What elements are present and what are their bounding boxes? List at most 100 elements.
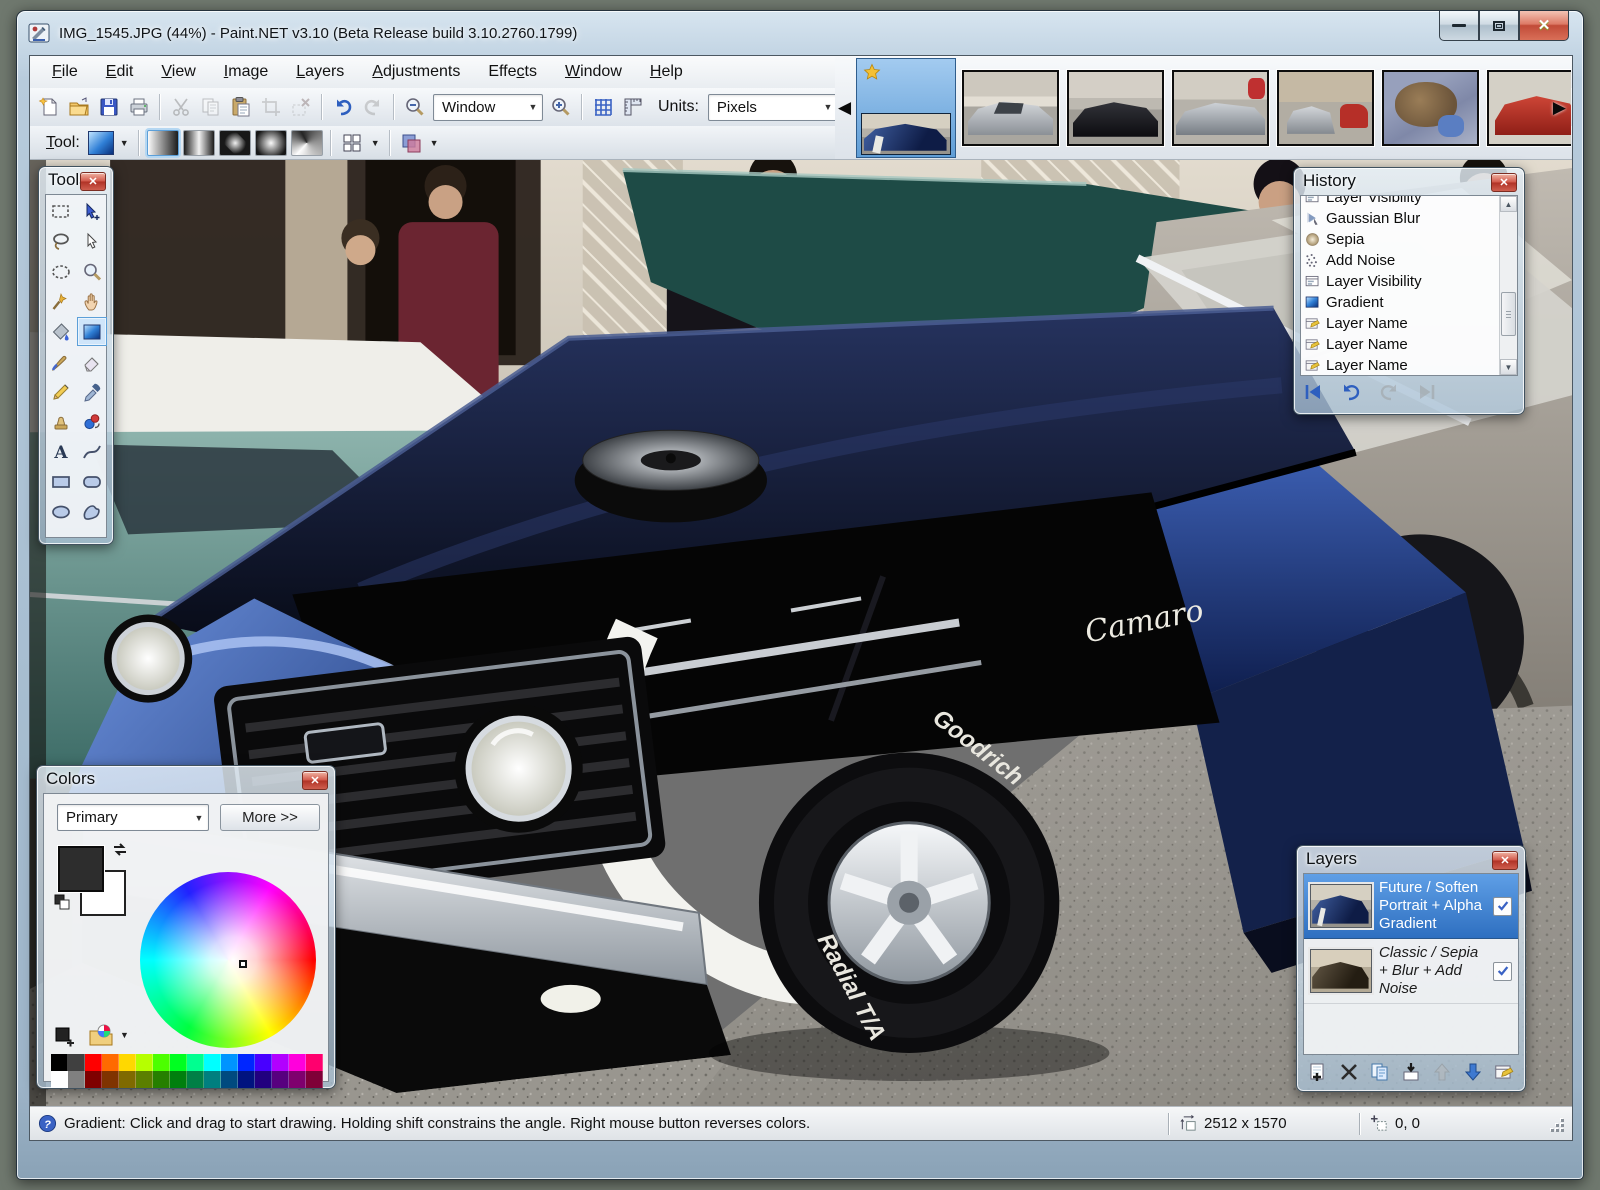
tool-rounded-rectangle[interactable] — [77, 467, 107, 496]
toggle-grid-button[interactable] — [588, 93, 618, 121]
history-scrollbar[interactable]: ▲ ▼ — [1499, 196, 1517, 375]
palette-swatch[interactable] — [68, 1071, 85, 1088]
palette-swatch[interactable] — [255, 1054, 272, 1071]
color-mode-select[interactable]: Primary ▼ — [57, 804, 209, 831]
palette-swatch[interactable] — [289, 1054, 306, 1071]
palette-swatch[interactable] — [272, 1071, 289, 1088]
palette-swatch[interactable] — [119, 1071, 136, 1088]
copy-button[interactable] — [196, 93, 226, 121]
menu-effects[interactable]: Effects — [474, 56, 551, 88]
minimize-button[interactable] — [1439, 11, 1479, 41]
palette-swatch[interactable] — [238, 1054, 255, 1071]
palette-swatch[interactable] — [170, 1054, 187, 1071]
layer-row[interactable]: Future / Soften Portrait + Alpha Gradien… — [1304, 874, 1518, 939]
palette-swatch[interactable] — [255, 1071, 272, 1088]
thumbnail-cat[interactable] — [1382, 70, 1479, 146]
tool-ellipse[interactable] — [46, 497, 76, 526]
palette-swatch[interactable] — [306, 1054, 323, 1071]
palette-swatch[interactable] — [204, 1054, 221, 1071]
history-item[interactable]: Layer Visibility — [1301, 196, 1499, 208]
delete-layer-button[interactable] — [1338, 1061, 1360, 1087]
resize-grip[interactable] — [1548, 1116, 1564, 1132]
blend-mode-dropdown-icon[interactable]: ▼ — [426, 138, 443, 148]
layer-visible-checkbox[interactable] — [1493, 962, 1512, 981]
menu-image[interactable]: Image — [210, 56, 282, 88]
gradient-type-conical[interactable] — [291, 130, 323, 156]
palette-dropdown-icon[interactable]: ▼ — [120, 1030, 129, 1040]
scroll-up-icon[interactable]: ▲ — [1500, 196, 1517, 212]
toggle-rulers-button[interactable] — [618, 93, 648, 121]
swap-colors-icon[interactable] — [110, 840, 130, 860]
gradient-type-linear-reflected[interactable] — [183, 130, 215, 156]
palette-swatch[interactable] — [221, 1054, 238, 1071]
history-item[interactable]: Layer Visibility — [1301, 271, 1499, 292]
palette-swatch[interactable] — [119, 1054, 136, 1071]
tool-pan[interactable] — [77, 287, 107, 316]
palette-swatch[interactable] — [272, 1054, 289, 1071]
menu-layers[interactable]: Layers — [282, 56, 358, 88]
image-list-scroll-right[interactable]: ▶ — [1550, 98, 1569, 118]
palette-swatch[interactable] — [102, 1054, 119, 1071]
history-item[interactable]: Layer Name — [1301, 313, 1499, 334]
thumbnail-carshow-street[interactable] — [1277, 70, 1374, 146]
tool-rectangle[interactable] — [46, 467, 76, 496]
zoom-out-button[interactable] — [400, 93, 430, 121]
palette-swatch[interactable] — [68, 1054, 85, 1071]
move-layer-up-button[interactable] — [1431, 1061, 1453, 1087]
palette-swatch[interactable] — [51, 1071, 68, 1088]
menu-help[interactable]: Help — [636, 56, 697, 88]
tool-eraser[interactable] — [77, 347, 107, 376]
menu-file[interactable]: File — [38, 56, 92, 88]
layers-panel-close-icon[interactable]: ✕ — [1492, 851, 1518, 870]
title-bar[interactable]: IMG_1545.JPG (44%) - Paint.NET v3.10 (Be… — [17, 11, 1583, 55]
palette-swatch[interactable] — [51, 1054, 68, 1071]
print-button[interactable] — [124, 93, 154, 121]
tool-magic-wand[interactable] — [46, 287, 76, 316]
palette-swatch[interactable] — [170, 1071, 187, 1088]
tool-line-curve[interactable] — [77, 437, 107, 466]
palette-swatch[interactable] — [221, 1071, 238, 1088]
tool-gradient[interactable] — [77, 317, 107, 346]
thumbnail-blue-camaro[interactable] — [856, 58, 956, 158]
channel-mode-dropdown-icon[interactable]: ▼ — [367, 138, 384, 148]
history-item[interactable]: Gaussian Blur — [1301, 208, 1499, 229]
active-tool-swatch[interactable] — [88, 131, 114, 155]
history-item[interactable]: Layer Name — [1301, 334, 1499, 355]
palette-swatch[interactable] — [85, 1054, 102, 1071]
new-image-button[interactable] — [34, 93, 64, 121]
menu-view[interactable]: View — [147, 56, 209, 88]
cut-button[interactable] — [166, 93, 196, 121]
tool-ellipse-select[interactable] — [46, 257, 76, 286]
palette-swatch[interactable] — [136, 1054, 153, 1071]
tool-pencil[interactable] — [46, 377, 76, 406]
reset-colors-icon[interactable] — [52, 892, 72, 912]
channel-mode-button[interactable] — [337, 129, 367, 157]
image-list-scroll-left[interactable]: ◀ — [835, 98, 854, 118]
history-item[interactable]: Layer Name — [1301, 355, 1499, 375]
tool-lasso-select[interactable] — [46, 227, 76, 256]
palette-manager-icon[interactable] — [88, 1023, 114, 1049]
palette-swatch[interactable] — [289, 1071, 306, 1088]
tool-zoom[interactable] — [77, 257, 107, 286]
redo-button[interactable] — [358, 93, 388, 121]
colors-panel-close-icon[interactable]: ✕ — [302, 771, 328, 790]
color-wheel[interactable] — [140, 872, 316, 1048]
menu-adjustments[interactable]: Adjustments — [358, 56, 474, 88]
tool-freeform-shape[interactable] — [77, 497, 107, 526]
tool-paintbrush[interactable] — [46, 347, 76, 376]
color-wheel-marker[interactable] — [239, 960, 247, 968]
menu-edit[interactable]: Edit — [92, 56, 148, 88]
palette-swatch[interactable] — [153, 1071, 170, 1088]
add-to-palette-icon[interactable] — [54, 1026, 76, 1048]
tool-move-selection[interactable] — [77, 227, 107, 256]
history-redo-button[interactable] — [1378, 382, 1400, 406]
tools-panel-close-icon[interactable]: ✕ — [80, 172, 106, 191]
palette-swatch[interactable] — [85, 1071, 102, 1088]
palette-swatch[interactable] — [187, 1054, 204, 1071]
undo-button[interactable] — [328, 93, 358, 121]
history-panel-close-icon[interactable]: ✕ — [1491, 173, 1517, 192]
scrollbar-thumb[interactable] — [1501, 292, 1516, 336]
open-button[interactable] — [64, 93, 94, 121]
tool-move-selected-pixels[interactable] — [77, 197, 107, 226]
gradient-type-radial[interactable] — [255, 130, 287, 156]
